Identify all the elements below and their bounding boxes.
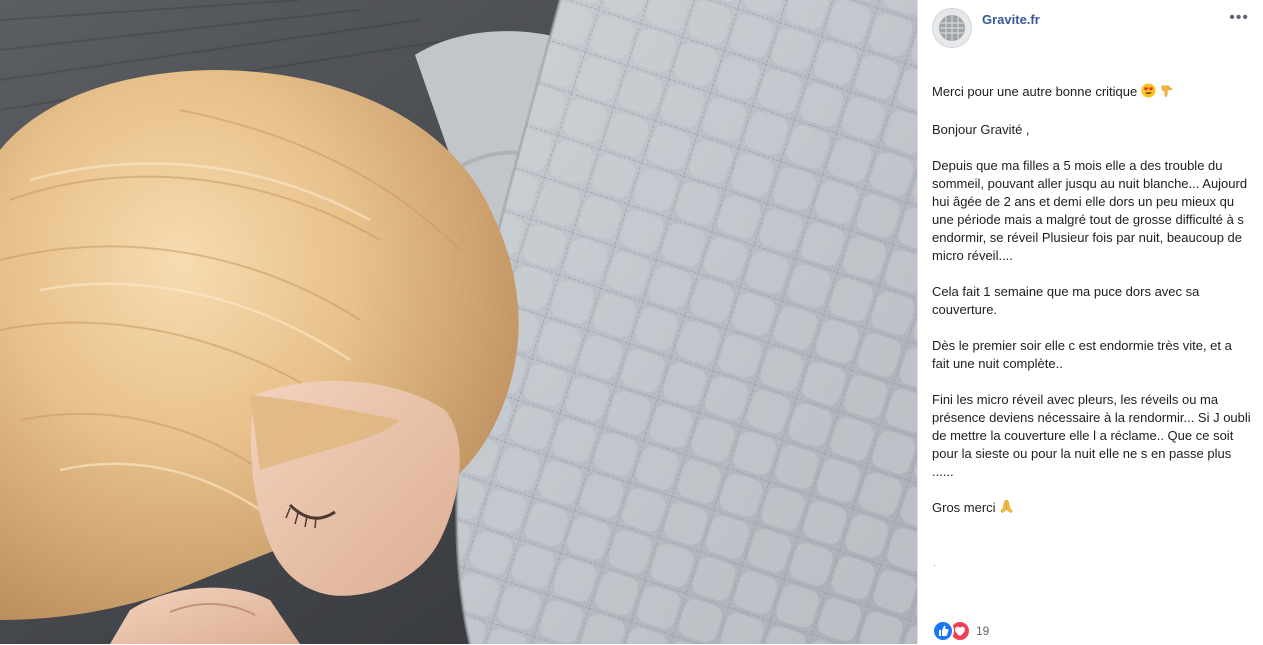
- like-icon[interactable]: [932, 620, 954, 642]
- photo-viewer: Gravite.fr ••• Merci pour une autre bonn…: [0, 0, 1263, 644]
- gravite-logo-icon: [933, 9, 971, 47]
- reactions-bar[interactable]: 19: [932, 620, 989, 642]
- thanks-line: Gros merci: [932, 499, 1252, 519]
- intro-text: Merci pour une autre bonne critique: [932, 84, 1138, 99]
- review-paragraph-3: Dès le premier soir elle c est endormie …: [932, 338, 1232, 371]
- sleeping-girl-weighted-blanket-image: [0, 0, 917, 644]
- post-header: Gravite.fr •••: [932, 6, 1255, 50]
- praying-hands-emoji-icon: [999, 499, 1014, 519]
- trailing-dot: .: [933, 558, 936, 569]
- post-photo[interactable]: [0, 0, 917, 644]
- review-paragraph-4: Fini les micro réveil avec pleurs, les r…: [932, 392, 1251, 479]
- thanks-text: Gros merci: [932, 500, 996, 515]
- heart-eyes-emoji-icon: [1141, 83, 1156, 103]
- page-name-link[interactable]: Gravite.fr: [982, 12, 1040, 27]
- post-side-panel: Gravite.fr ••• Merci pour une autre bonn…: [917, 0, 1263, 644]
- page-avatar[interactable]: [932, 8, 972, 48]
- greeting-paragraph: Bonjour Gravité ,: [932, 122, 1030, 137]
- review-paragraph-1: Depuis que ma filles a 5 mois elle a des…: [932, 158, 1248, 263]
- reaction-count[interactable]: 19: [976, 624, 989, 638]
- post-intro: Merci pour une autre bonne critique: [932, 83, 1252, 103]
- review-paragraph-2: Cela fait 1 semaine que ma puce dors ave…: [932, 284, 1200, 317]
- post-text: Merci pour une autre bonne critique Bonj…: [932, 83, 1252, 537]
- pointing-down-emoji-icon: [1159, 83, 1174, 103]
- more-options-icon[interactable]: •••: [1229, 10, 1249, 26]
